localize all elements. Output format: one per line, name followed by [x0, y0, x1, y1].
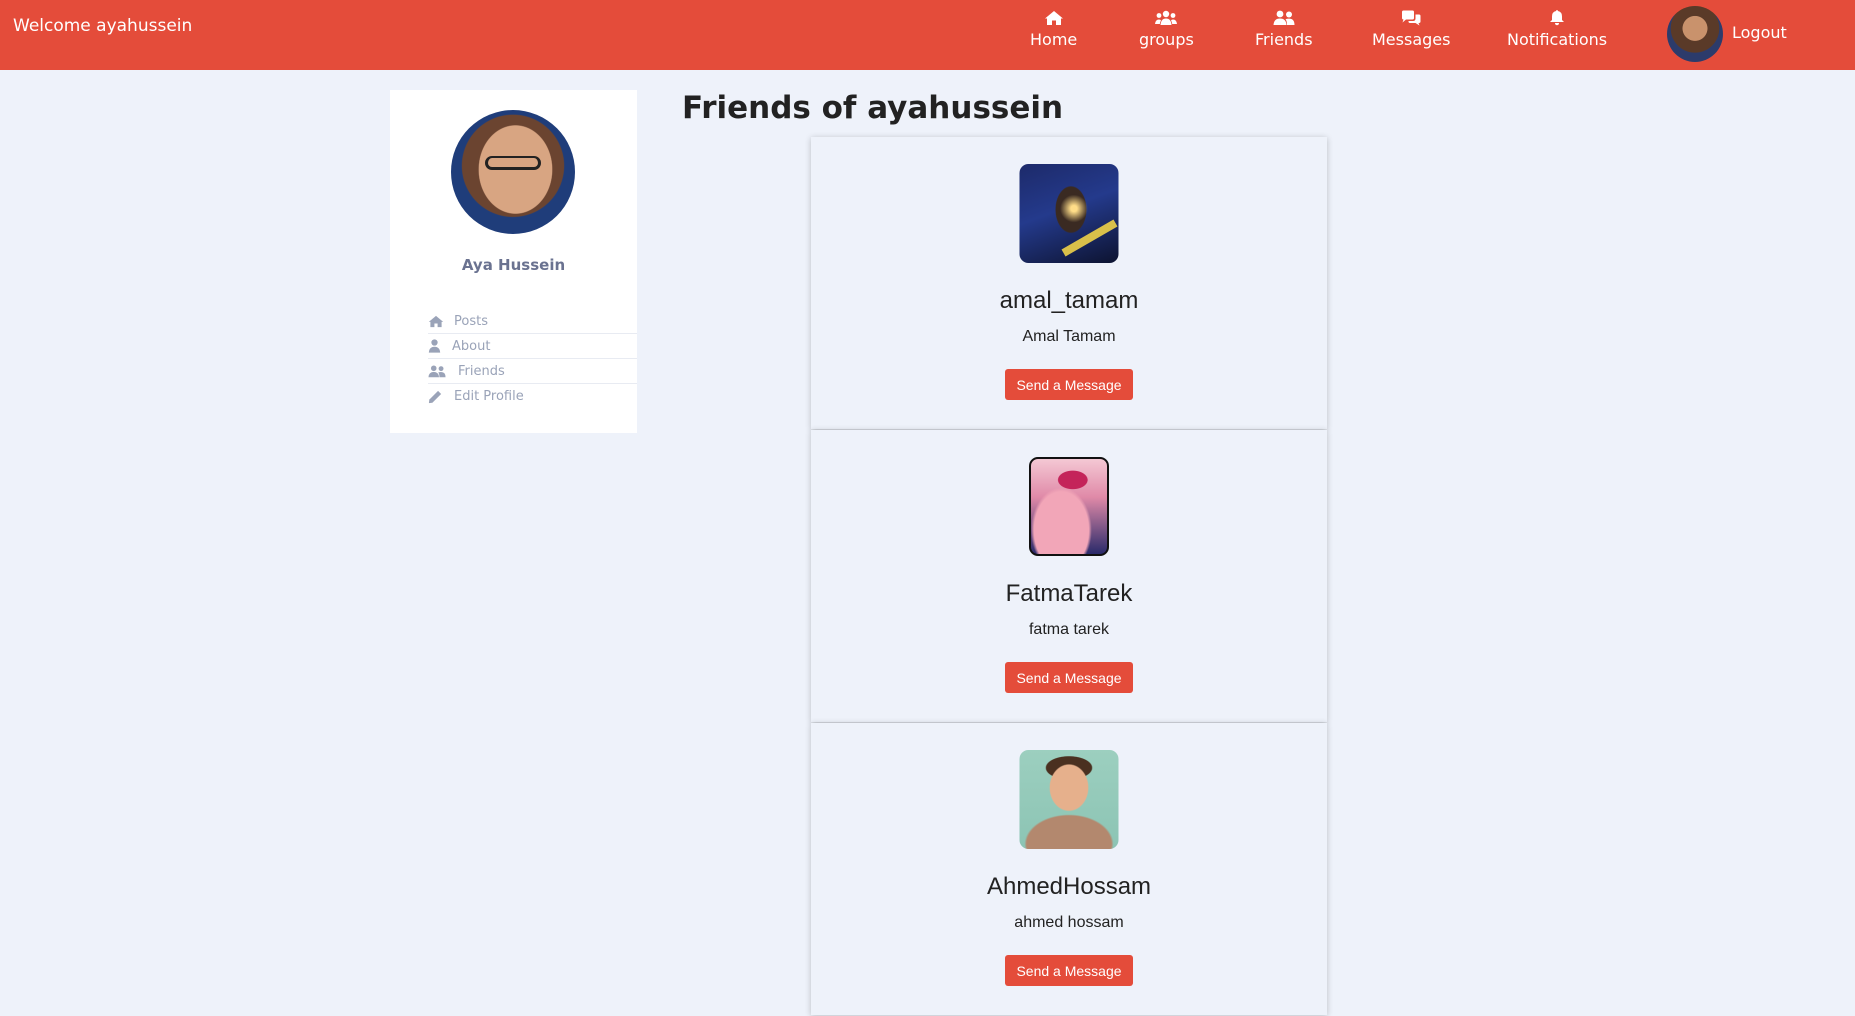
profile-sidebar: Aya Hussein Posts About Friends Edit Pro… — [390, 90, 637, 433]
messages-icon — [1400, 6, 1422, 26]
nav-home-label: Home — [1030, 30, 1078, 49]
logout-link[interactable]: Logout — [1732, 23, 1787, 42]
user-icon — [428, 339, 452, 353]
nav-groups-label: groups — [1139, 30, 1194, 49]
send-message-button[interactable]: Send a Message — [1005, 955, 1133, 986]
friend-photo[interactable] — [1019, 164, 1119, 263]
friend-username[interactable]: FatmaTarek — [811, 580, 1327, 608]
sidebar-item-label: Edit Profile — [454, 389, 524, 404]
profile-name: Aya Hussein — [461, 256, 566, 274]
sidebar-item-label: Posts — [454, 313, 488, 329]
sidebar-item-about[interactable]: About — [428, 334, 637, 359]
home-icon — [428, 315, 454, 328]
friend-photo[interactable] — [1029, 457, 1109, 556]
groups-icon — [1155, 6, 1178, 26]
nav-messages[interactable]: Messages — [1372, 6, 1450, 49]
sidebar-item-edit-profile[interactable]: Edit Profile — [428, 384, 637, 409]
friend-username[interactable]: amal_tamam — [811, 287, 1327, 315]
photo-decoration — [1061, 219, 1118, 257]
nav-friends[interactable]: Friends — [1255, 6, 1313, 49]
send-message-button[interactable]: Send a Message — [1005, 369, 1133, 400]
friend-card: FatmaTarek fatma tarek Send a Message — [811, 430, 1327, 722]
nav-notifications[interactable]: Notifications — [1507, 6, 1607, 49]
user-avatar[interactable] — [1667, 6, 1723, 62]
send-message-button[interactable]: Send a Message — [1005, 662, 1133, 693]
bell-icon — [1549, 6, 1565, 26]
friend-card: AhmedHossam ahmed hossam Send a Message — [811, 723, 1327, 1015]
welcome-text: Welcome ayahussein — [13, 16, 193, 36]
page-title: Friends of ayahussein — [682, 90, 1064, 126]
sidebar-item-friends[interactable]: Friends — [428, 359, 637, 384]
profile-avatar — [451, 110, 575, 234]
top-navbar: Welcome ayahussein Home groups Friends M… — [0, 0, 1855, 70]
sidebar-item-label: Friends — [458, 363, 505, 379]
friend-fullname: ahmed hossam — [1014, 914, 1124, 931]
friends-list: amal_tamam Amal Tamam Send a Message Fat… — [811, 137, 1327, 1016]
friend-fullname: Amal Tamam — [1022, 328, 1116, 345]
nav-friends-label: Friends — [1255, 30, 1313, 49]
sidebar-item-posts[interactable]: Posts — [428, 309, 637, 334]
sidebar-item-label: About — [452, 338, 491, 354]
friend-fullname: fatma tarek — [1028, 621, 1110, 638]
glasses-decoration — [485, 156, 541, 170]
nav-home[interactable]: Home — [1030, 6, 1077, 49]
friends-icon — [428, 364, 458, 378]
nav-messages-label: Messages — [1372, 30, 1451, 49]
friend-card: amal_tamam Amal Tamam Send a Message — [811, 137, 1327, 429]
friend-photo[interactable] — [1019, 750, 1119, 849]
nav-notifications-label: Notifications — [1507, 30, 1608, 49]
friends-icon — [1273, 6, 1295, 26]
friend-username[interactable]: AhmedHossam — [811, 873, 1327, 901]
pencil-icon — [428, 390, 454, 404]
home-icon — [1044, 6, 1064, 26]
profile-menu: Posts About Friends Edit Profile — [428, 309, 637, 409]
nav-groups[interactable]: groups — [1139, 6, 1194, 49]
